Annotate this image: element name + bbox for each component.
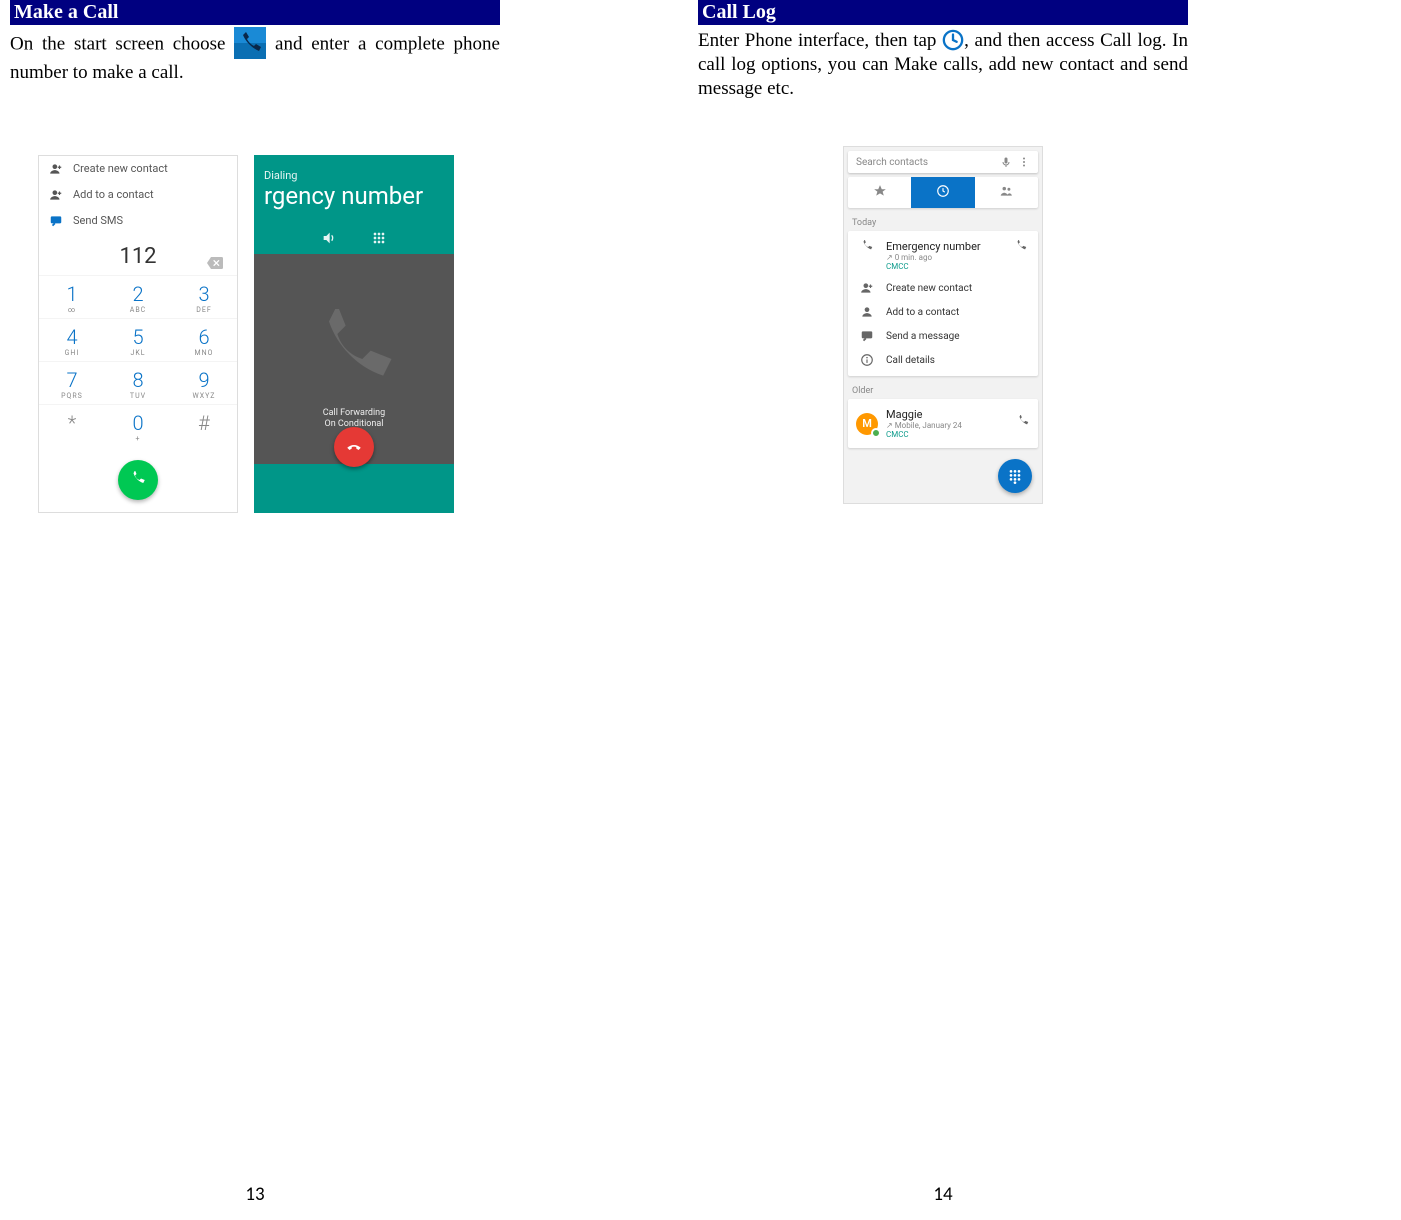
section-header-make-a-call: Make a Call: [10, 0, 500, 25]
recent-card: Emergency number ↗ 0 min. ago CMCC Creat…: [848, 231, 1038, 376]
avatar-letter: M: [862, 417, 872, 430]
send-sms-label: Send SMS: [73, 214, 123, 227]
speaker-icon: [321, 230, 337, 246]
older-card: M Maggie ↗ Mobile, January 24 CMCC: [848, 399, 1038, 448]
tabs: [848, 177, 1038, 208]
older-subtitle: ↗ Mobile, January 24: [886, 421, 1016, 430]
option-call-details: Call details: [848, 348, 1038, 372]
person-icon: [858, 305, 876, 319]
recent-subtitle: ↗ 0 min. ago: [886, 253, 1014, 262]
typed-number-row: 112: [39, 234, 237, 275]
key-7: 7PQRS: [39, 361, 105, 404]
info-icon: [858, 353, 876, 367]
message-icon: [49, 214, 63, 228]
presence-badge: [871, 428, 881, 438]
dialer-actions: Create new contact Add to a contact Send…: [39, 156, 237, 234]
make-a-call-text: On the start screen choose and enter a c…: [10, 29, 500, 85]
dialing-status: Dialing: [254, 155, 454, 182]
older-title: Maggie: [886, 408, 1016, 421]
call-action-icon: [1014, 240, 1028, 257]
search-bar: Search contacts: [848, 151, 1038, 173]
tab-contacts: [975, 177, 1038, 208]
phone-large-icon: [304, 309, 404, 409]
call-forwarding-line1: Call Forwarding: [254, 408, 454, 419]
option-create-contact-label: Create new contact: [886, 283, 972, 294]
add-contact-label: Add to a contact: [73, 188, 154, 201]
section-label-older: Older: [844, 380, 1042, 399]
mic-icon: [1000, 156, 1012, 168]
screenshots-row: Create new contact Add to a contact Send…: [38, 155, 500, 513]
recent-title: Emergency number: [886, 240, 1014, 253]
key-5: 5JKL: [105, 318, 171, 361]
page-13: Make a Call On the start screen choose a…: [10, 0, 500, 1220]
dialpad-fab: [998, 459, 1032, 493]
incall-icon-row: [254, 222, 454, 254]
key-4: 4GHI: [39, 318, 105, 361]
key-star: *: [39, 404, 105, 447]
call-log-text: Enter Phone interface, then tap , and th…: [698, 29, 1188, 100]
option-add-contact-label: Add to a contact: [886, 307, 959, 318]
key-6: 6MNO: [171, 318, 237, 361]
star-icon: [873, 184, 887, 198]
recent-carrier: CMCC: [886, 262, 1014, 271]
phone-small-icon: [858, 240, 876, 254]
text-before-phone-icon: On the start screen choose: [10, 33, 225, 54]
option-call-details-label: Call details: [886, 355, 935, 366]
phone-app-icon: [234, 27, 266, 59]
option-add-contact: Add to a contact: [848, 300, 1038, 324]
section-label-today: Today: [844, 212, 1042, 231]
recent-entry: Emergency number ↗ 0 min. ago CMCC: [848, 235, 1038, 276]
key-1: 1∞: [39, 275, 105, 318]
phone-icon: [129, 471, 147, 489]
backspace-icon: [207, 250, 223, 275]
key-3: 3DEF: [171, 275, 237, 318]
key-hash: #: [171, 404, 237, 447]
key-0: 0+: [105, 404, 171, 447]
incall-screenshot: Dialing rgency number Call Forwarding On…: [254, 155, 454, 513]
create-new-contact-row: Create new contact: [39, 156, 237, 182]
call-action-icon: [1016, 414, 1030, 433]
text-before-clock-icon: Enter Phone interface, then tap: [698, 30, 936, 51]
clock-icon: [936, 184, 950, 198]
dialpad-icon: [1007, 468, 1023, 484]
create-contact-label: Create new contact: [73, 162, 168, 175]
keypad: 1∞ 2ABC 3DEF 4GHI 5JKL 6MNO 7PQRS 8TUV 9…: [39, 275, 237, 447]
key-8: 8TUV: [105, 361, 171, 404]
option-send-message: Send a message: [848, 324, 1038, 348]
key-2: 2ABC: [105, 275, 171, 318]
send-sms-row: Send SMS: [39, 208, 237, 234]
people-icon: [999, 184, 1013, 198]
avatar: M: [856, 413, 878, 435]
end-call-fab: [334, 427, 374, 467]
more-icon: [1018, 156, 1030, 168]
option-send-message-label: Send a message: [886, 331, 960, 342]
section-header-call-log: Call Log: [698, 0, 1188, 25]
key-9: 9WXYZ: [171, 361, 237, 404]
incall-avatar-area: Call Forwarding On Conditional: [254, 254, 454, 464]
call-log-screenshot: Search contacts Today Emergency number ↗…: [843, 146, 1043, 504]
tab-favorites: [848, 177, 911, 208]
dialing-title: rgency number: [254, 182, 454, 222]
older-carrier: CMCC: [886, 430, 1016, 439]
page-14: Call Log Enter Phone interface, then tap…: [698, 0, 1188, 1220]
dialer-screenshot: Create new contact Add to a contact Send…: [38, 155, 238, 513]
add-to-contact-row: Add to a contact: [39, 182, 237, 208]
older-entry: M Maggie ↗ Mobile, January 24 CMCC: [848, 403, 1038, 444]
option-create-contact: Create new contact: [848, 276, 1038, 300]
call-fab: [118, 460, 158, 500]
end-call-icon: [345, 438, 363, 456]
keypad-icon: [371, 230, 387, 246]
tab-recents: [911, 177, 974, 208]
person-add-icon: [858, 281, 876, 295]
page-number-13: 13: [10, 1183, 500, 1206]
message-icon: [858, 329, 876, 343]
clock-icon: [942, 29, 964, 51]
page-number-14: 14: [698, 1183, 1188, 1206]
typed-number: 112: [119, 244, 156, 269]
person-add-icon: [49, 188, 63, 202]
person-add-icon: [49, 162, 63, 176]
search-placeholder: Search contacts: [856, 157, 1000, 168]
